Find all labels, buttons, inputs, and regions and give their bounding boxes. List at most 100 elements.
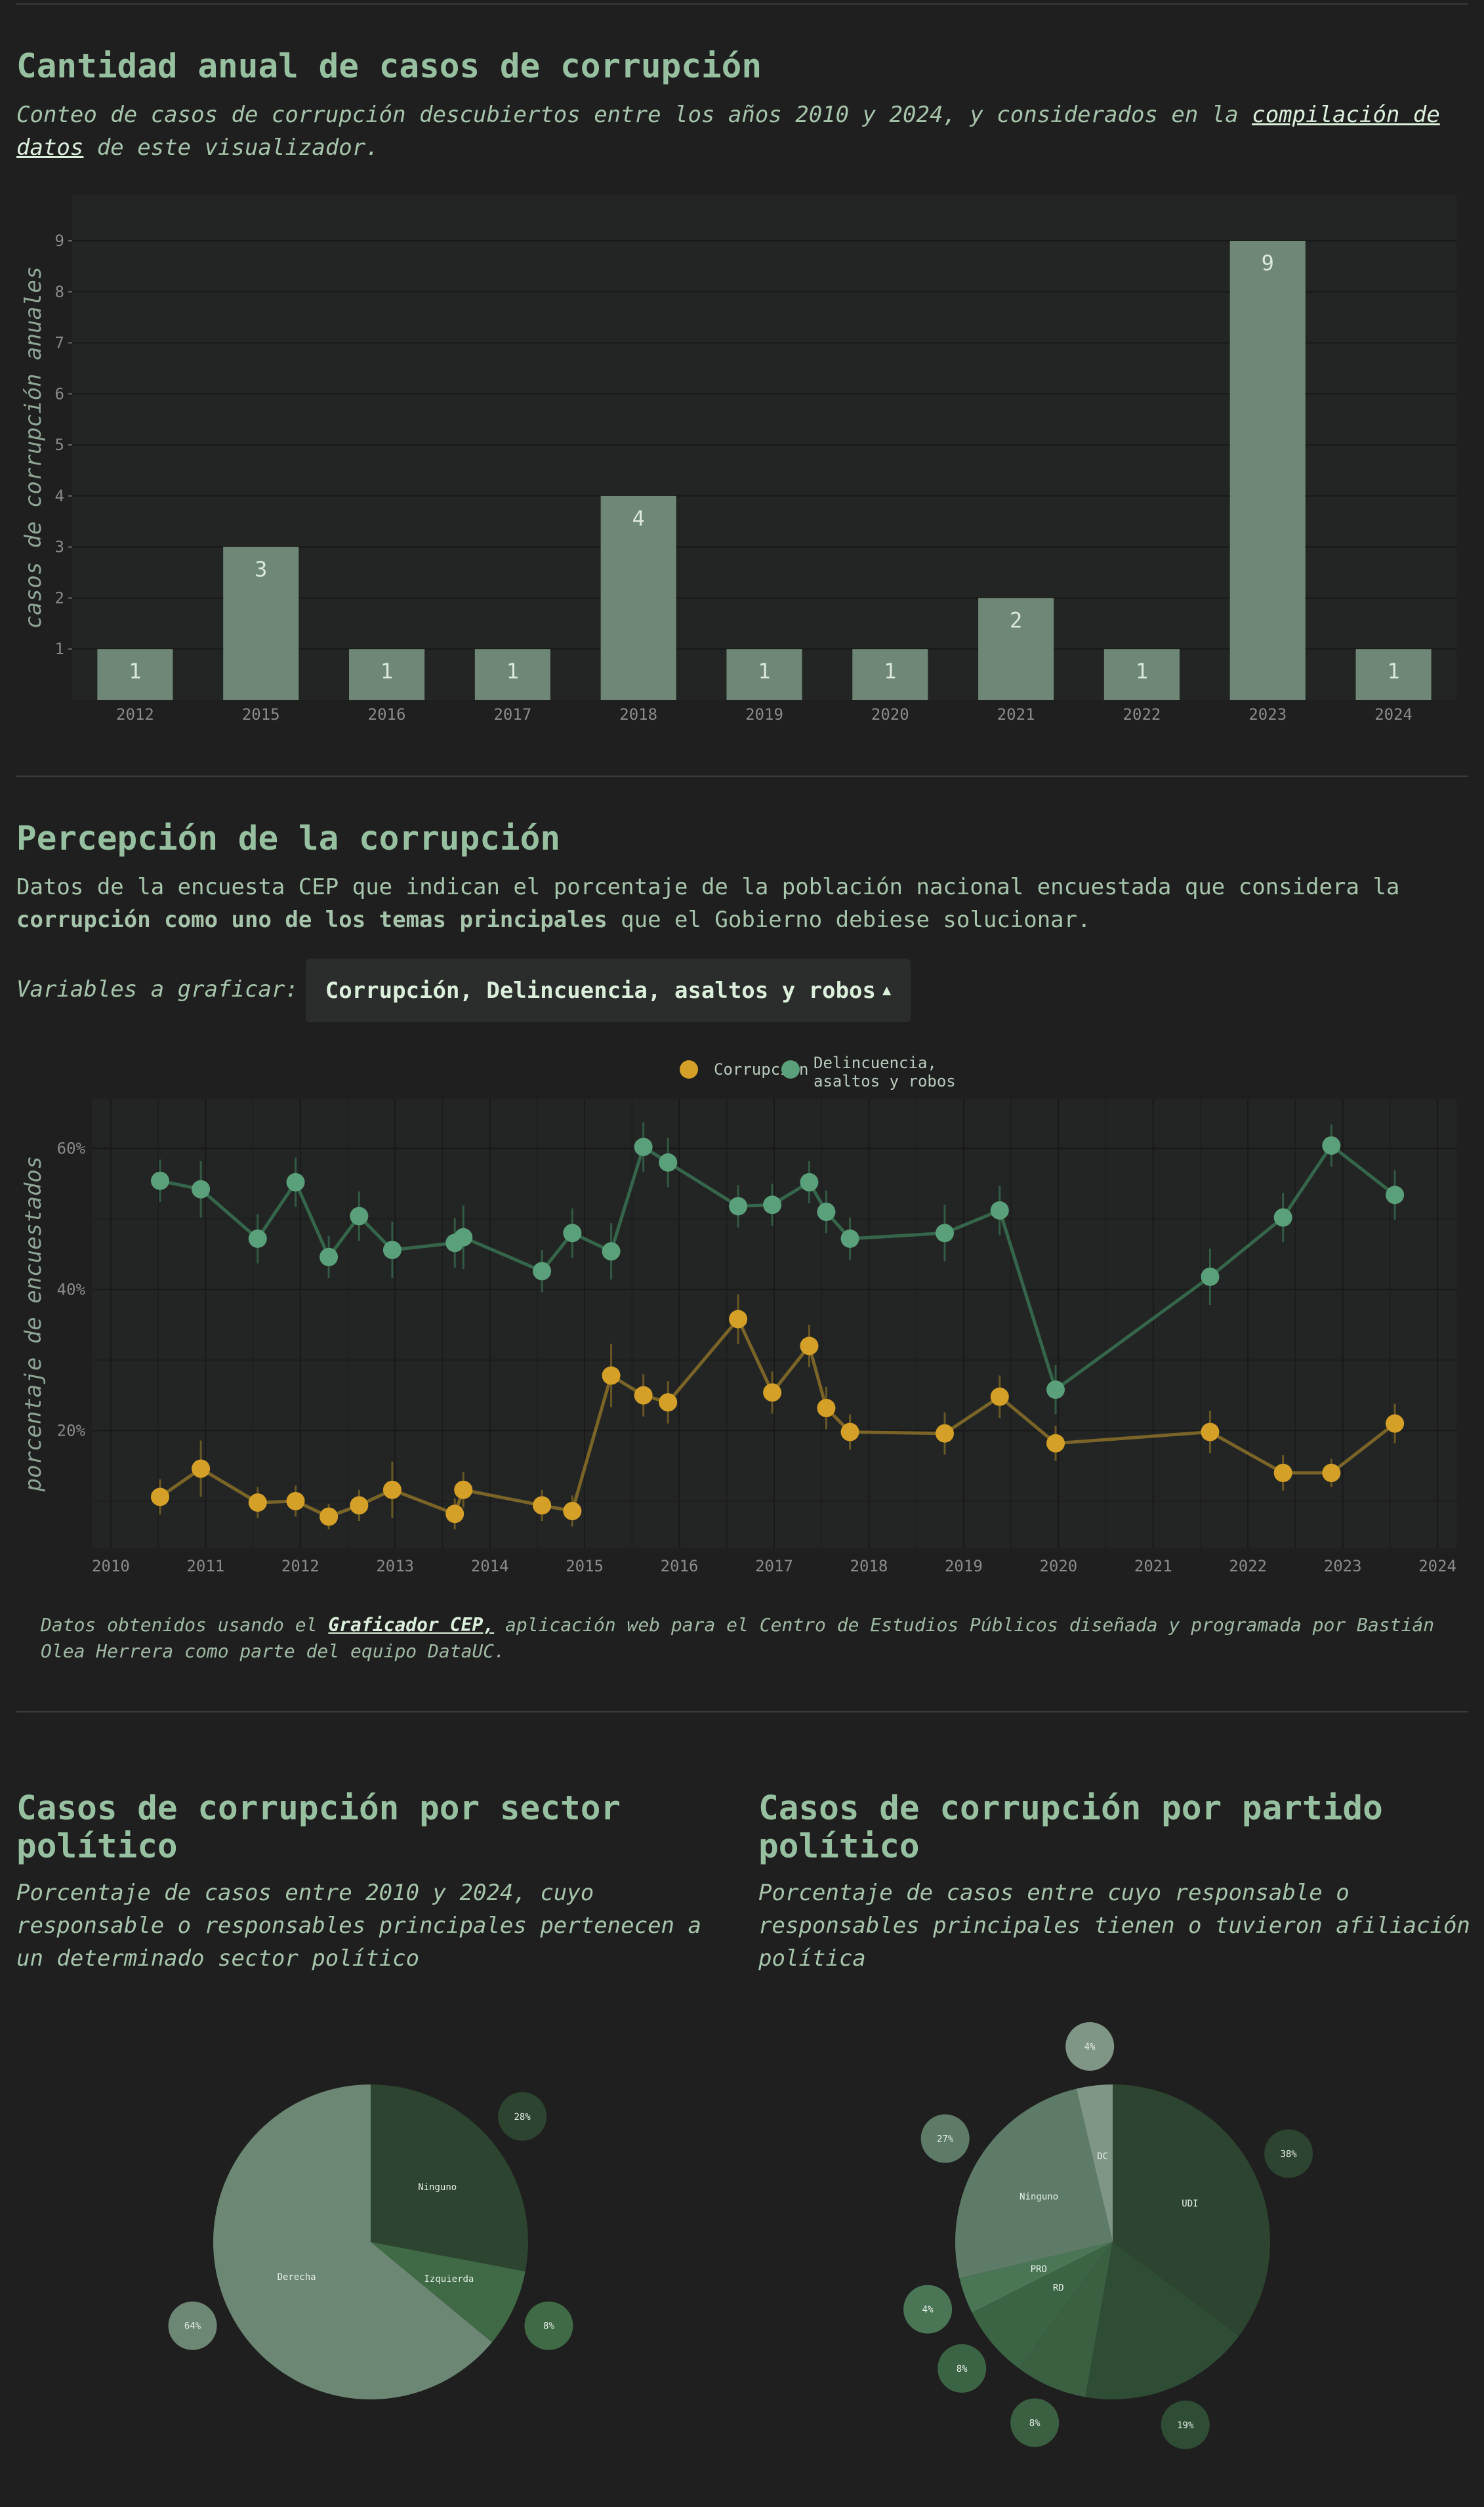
pie-slice-label: PRO [1031,2264,1047,2275]
bar-xtick-label: 2019 [745,705,783,724]
pie-pct-label: 8% [957,2364,968,2374]
point-corrupcion [602,1366,621,1385]
graficador-cep-link[interactable]: Graficador CEP, [328,1614,494,1636]
party-pie-title: Casos de corrupción por partido político [758,1789,1383,1866]
pie-pct-label: 8% [1029,2418,1041,2428]
point-delincuencia [763,1195,782,1214]
bar-value-label: 1 [884,659,896,684]
point-corrupcion [192,1459,211,1478]
pie-pct-label: 4% [922,2305,934,2315]
line-ytick-label: 20% [57,1421,86,1440]
point-delincuencia [319,1247,339,1266]
party-pie-chart: UDI 38% 19% 8% RD 8% PRO 4% Ninguno 27% DC 4% [903,2022,1313,2449]
point-corrupcion [445,1504,464,1523]
point-corrupcion [563,1502,582,1521]
divider-2 [16,1711,1468,1712]
point-delincuencia [1201,1267,1220,1286]
point-delincuencia [248,1229,267,1248]
point-delincuencia [840,1229,859,1248]
point-delincuencia [800,1172,819,1191]
pie-slice-label: RD [1053,2283,1064,2293]
point-corrupcion [659,1393,678,1412]
bar-2023 [1229,241,1306,700]
bar-ytick-label: 4 [55,487,64,505]
sector-pie-description: Porcentaje de casos entre 2010 y 2024, c… [16,1880,701,1972]
line-xtick-label: 2015 [566,1557,604,1575]
pie-pct-label: 38% [1280,2149,1297,2159]
variables-dropdown-value: Corrupción, Delincuencia, asaltos y robo… [325,977,876,1004]
point-delincuencia [286,1172,305,1191]
pie-slice-label: UDI [1182,2199,1198,2209]
point-corrupcion [382,1480,402,1499]
pie-slice-label: DC [1097,2151,1108,2162]
bar-ytick-label: 7 [55,334,64,352]
point-corrupcion [454,1480,473,1499]
bar-ytick-label: 3 [55,538,64,556]
point-delincuencia [602,1242,621,1261]
perception-desc-b: que el Gobierno debiese solucionar. [607,907,1091,933]
perception-desc-a: Datos de la encuesta CEP que indican el … [16,874,1400,900]
legend-marker-corrupcion [680,1060,698,1079]
point-corrupcion [319,1507,339,1526]
bar-ytick-label: 5 [55,436,64,454]
bar-value-label: 3 [255,557,267,582]
point-corrupcion [817,1399,836,1418]
pie-slice-label: Ninguno [1020,2192,1058,2203]
point-delincuencia [634,1138,653,1157]
bar-desc-text-a: Conteo de casos de corrupción descubiert… [16,102,1252,128]
bar-xtick-label: 2023 [1248,705,1287,724]
point-delincuencia [192,1180,211,1199]
bar-chart-title: Cantidad anual de casos de corrupción [16,47,762,86]
point-corrupcion [990,1387,1009,1406]
pie-pct-label: 8% [543,2321,554,2332]
legend-label-delincuencia-2: asaltos y robos [814,1072,956,1090]
line-xtick-label: 2020 [1039,1557,1077,1575]
bar-value-label: 1 [1387,659,1399,684]
divider-1 [16,776,1468,777]
line-xtick-label: 2018 [850,1557,888,1575]
line-xtick-label: 2011 [186,1557,224,1575]
variables-dropdown[interactable]: Corrupción, Delincuencia, asaltos y robo… [306,959,911,1022]
perception-footnote: Datos obtenidos usando el Graficador CEP… [41,1612,1458,1665]
line-xtick-label: 2022 [1229,1557,1267,1575]
bar-xtick-label: 2017 [493,705,531,724]
bar-ytick-label: 9 [55,232,64,250]
point-corrupcion [634,1386,653,1405]
bar-value-label: 1 [1136,659,1148,684]
perception-line-chart: 20% 40% 60% 2010 2011 2012 2013 2014 2015 2016 201… [20,1054,1456,1575]
point-corrupcion [840,1422,859,1441]
pie-pct-label: 19% [1177,2420,1194,2431]
bar-value-label: 1 [506,659,519,684]
caret-up-icon: ▲ [882,982,892,999]
bar-value-label: 1 [758,659,770,684]
bar-ytick-label: 8 [55,283,64,301]
point-corrupcion [286,1491,305,1510]
point-delincuencia [659,1153,678,1172]
pie-pct-label: 28% [514,2112,531,2123]
point-delincuencia [382,1241,402,1260]
line-y-axis-label: porcentaje de encuestados [20,1156,47,1493]
bar-xtick-label: 2020 [871,705,909,724]
point-corrupcion [1273,1463,1292,1482]
bar-xtick-label: 2022 [1123,705,1161,724]
bar-ytick-label: 2 [55,589,64,607]
bar-xtick-label: 2021 [997,705,1035,724]
point-corrupcion [350,1496,369,1515]
line-xtick-label: 2024 [1418,1557,1456,1575]
bar-xtick-label: 2012 [116,705,154,724]
pie-pct-label: 64% [184,2321,201,2332]
sector-pie-chart: Ninguno 28% Izquierda 8% Derecha 64% [168,2084,573,2399]
line-xtick-label: 2017 [755,1557,793,1575]
line-xtick-label: 2016 [661,1557,699,1575]
point-delincuencia [1046,1380,1065,1399]
point-corrupcion [151,1487,169,1506]
point-corrupcion [936,1424,954,1443]
annual-cases-bar-chart: 1 2 3 4 5 6 7 8 9 1 2012 3 2015 1 2016 1 2017 4 2018 1 2019 1… [20,195,1456,724]
point-corrupcion [248,1493,267,1512]
bar-value-label: 9 [1262,251,1274,276]
point-corrupcion [1322,1463,1341,1482]
line-ytick-label: 40% [57,1280,86,1298]
sector-pie-title: Casos de corrupción por sector político [16,1789,621,1866]
point-corrupcion [533,1496,552,1515]
perception-description: Datos de la encuesta CEP que indican el … [16,871,1460,936]
